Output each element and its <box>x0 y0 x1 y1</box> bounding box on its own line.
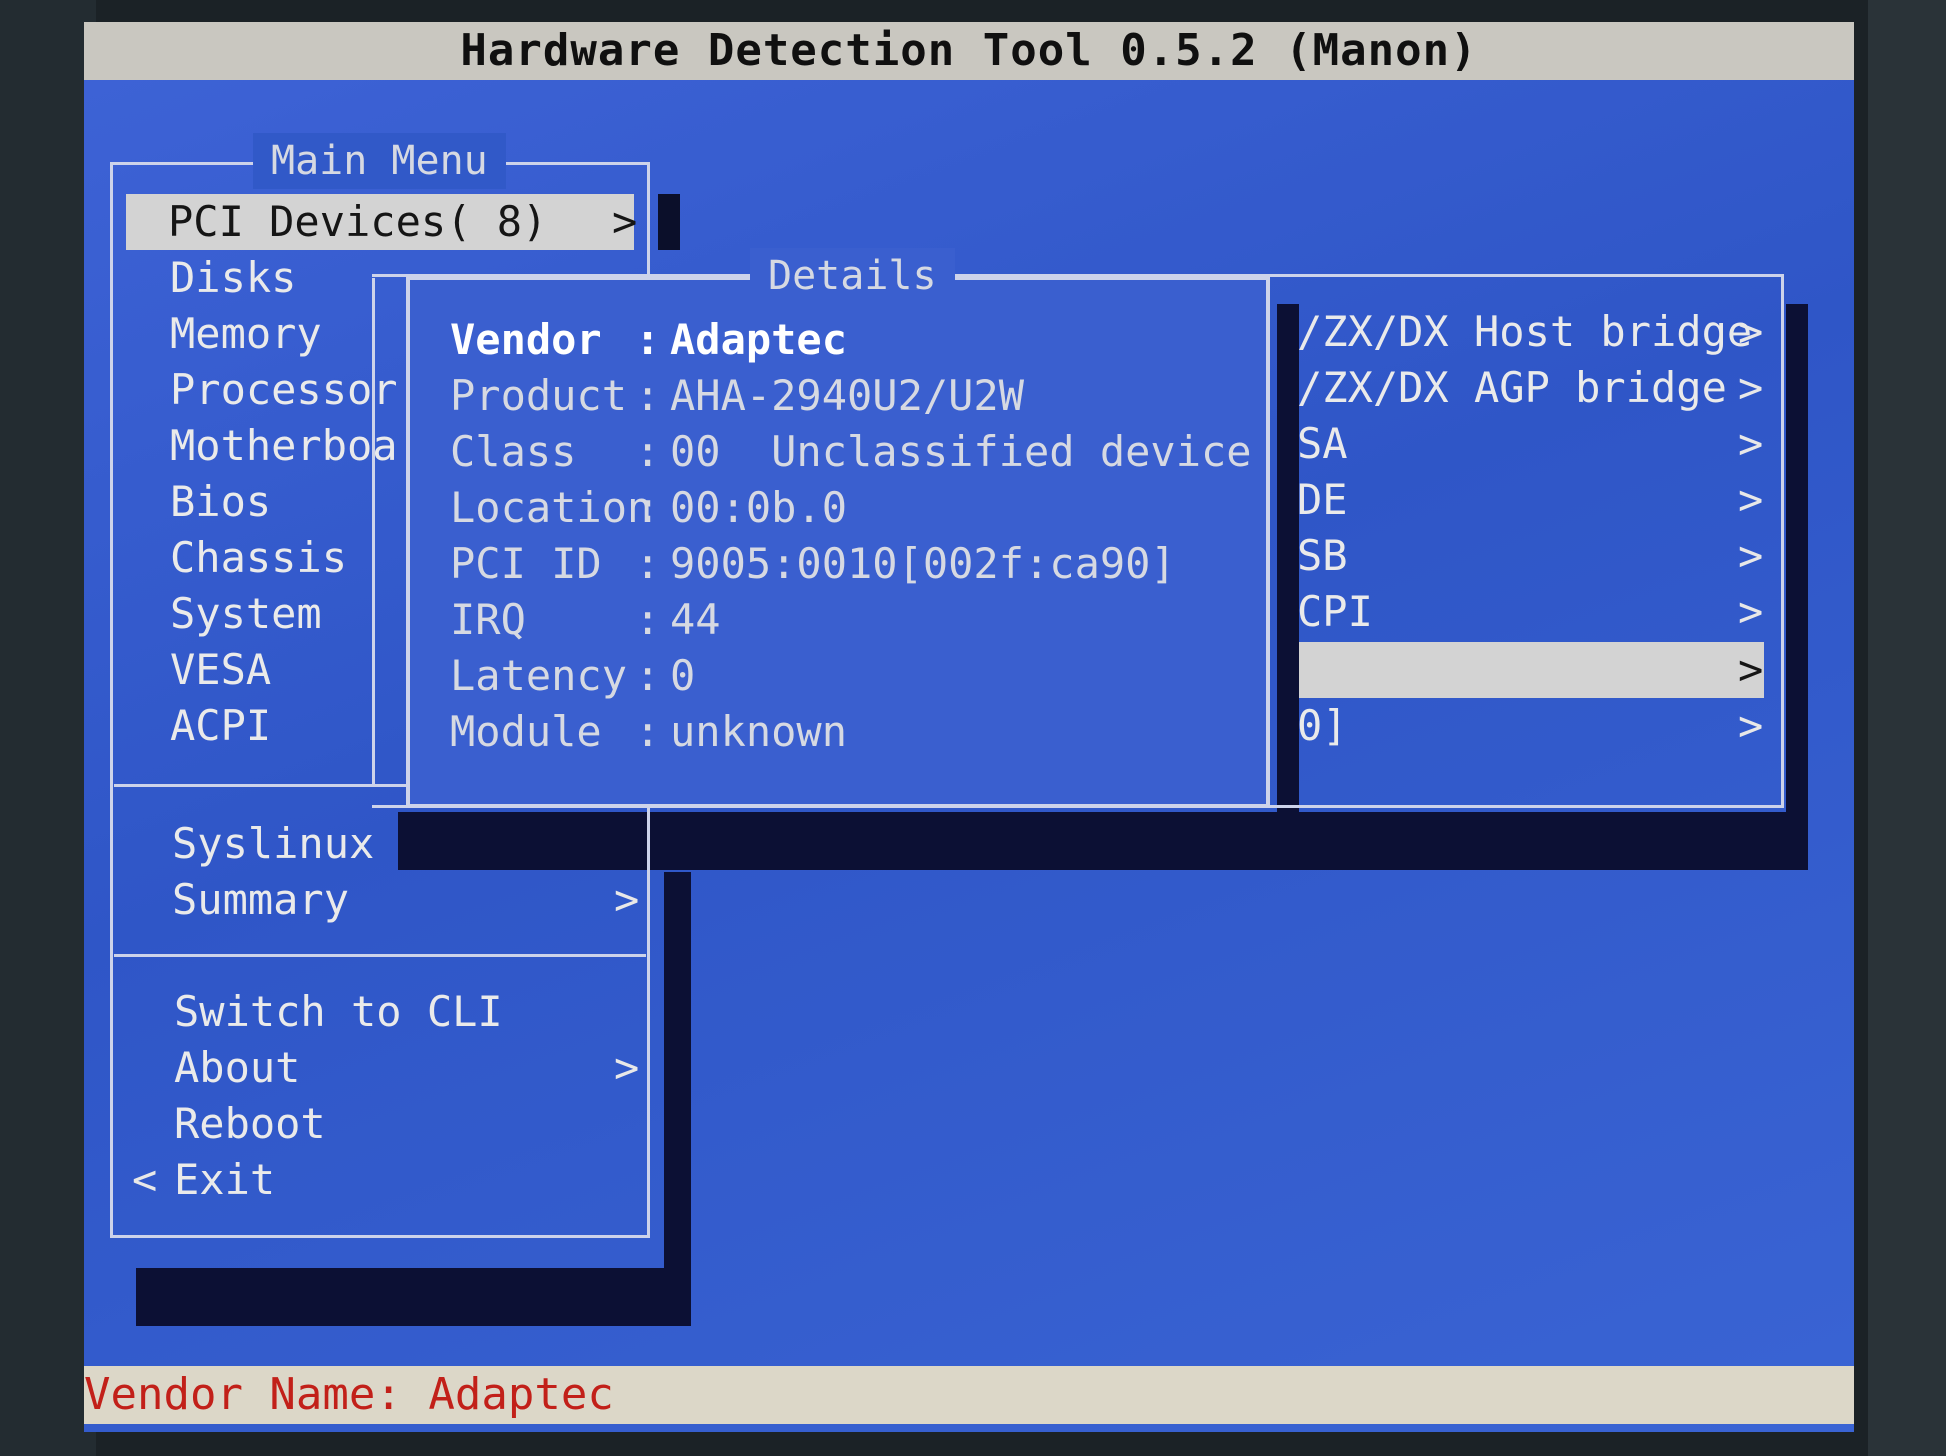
detail-key: Module <box>450 707 602 756</box>
menu-item-acpi[interactable]: ACPI <box>170 698 271 754</box>
chevron-right-icon: > <box>1738 645 1764 694</box>
detail-colon: : <box>635 539 661 588</box>
detail-key: Vendor <box>450 315 602 364</box>
menu-item-motherboard[interactable]: Motherboa <box>170 418 398 474</box>
chevron-right-icon: > <box>612 197 638 246</box>
detail-key: IRQ <box>450 595 526 644</box>
detail-key: Location <box>450 483 653 532</box>
detail-value: 9005:0010[002f:ca90] <box>670 539 1176 588</box>
detail-value: unknown <box>670 707 848 756</box>
pci-list-item[interactable]: DE <box>1297 472 1348 528</box>
chevron-right-icon: > <box>614 875 640 924</box>
menu-item-pci-devices-label: PCI Devices( 8) <box>168 197 548 246</box>
detail-colon: : <box>635 371 661 420</box>
menu-item-about[interactable]: About <box>174 1040 300 1096</box>
main-menu-separator-2 <box>114 954 646 957</box>
menu-item-reboot[interactable]: Reboot <box>174 1096 326 1152</box>
chevron-right-icon: > <box>1738 587 1764 636</box>
screen: Hardware Detection Tool 0.5.2 (Manon) Ma… <box>84 22 1854 1432</box>
app-title: Hardware Detection Tool 0.5.2 (Manon) <box>84 22 1854 80</box>
pci-list-item[interactable]: SA <box>1297 416 1348 472</box>
text-cursor <box>658 194 680 250</box>
menu-item-chassis[interactable]: Chassis <box>170 530 347 586</box>
pci-list-item[interactable]: CPI <box>1297 584 1373 640</box>
details-title: Details <box>750 248 955 304</box>
detail-colon: : <box>635 483 661 532</box>
detail-value: 0 <box>670 651 696 700</box>
main-menu-title: Main Menu <box>253 133 506 189</box>
pci-list-shadow-right <box>1786 304 1808 870</box>
detail-value: 44 <box>670 595 721 644</box>
detail-key: Latency <box>450 651 628 700</box>
detail-key: Class <box>450 427 577 476</box>
status-bar: Vendor Name: Adaptec <box>84 1366 1854 1424</box>
pci-list-item-selected[interactable] <box>1299 642 1764 698</box>
chevron-right-icon: > <box>1738 531 1764 580</box>
detail-row-location: Location : 00:0b.0 <box>410 480 1230 536</box>
detail-colon: : <box>635 595 661 644</box>
menu-item-memory[interactable]: Memory <box>170 306 322 362</box>
monitor-bezel-left <box>0 0 96 1456</box>
pci-list-item[interactable]: /ZX/DX Host bridge <box>1297 304 1752 360</box>
chevron-right-icon: > <box>1738 475 1764 524</box>
detail-value: 00:0b.0 <box>670 483 848 532</box>
detail-value: Adaptec <box>670 315 848 364</box>
menu-item-summary[interactable]: Summary <box>172 872 349 928</box>
detail-colon: : <box>635 427 661 476</box>
chevron-right-icon: > <box>1738 701 1764 750</box>
monitor-bezel-right <box>1868 0 1946 1456</box>
detail-colon: : <box>635 707 661 756</box>
detail-row-irq: IRQ : 44 <box>410 592 1230 648</box>
main-menu-shadow-right <box>664 872 691 1326</box>
detail-colon: : <box>635 315 661 364</box>
detail-row-class: Class : 00 Unclassified device <box>410 424 1252 480</box>
details-panel: Details Vendor : Adaptec Product : AHA-2… <box>406 248 1270 808</box>
chevron-right-icon: > <box>614 1043 640 1092</box>
detail-row-vendor: Vendor : Adaptec <box>410 312 1230 368</box>
detail-value: AHA-2940U2/U2W <box>670 371 1025 420</box>
chevron-left-icon: < <box>132 1155 158 1204</box>
pci-list-item[interactable]: SB <box>1297 528 1348 584</box>
pci-list-left-edge <box>372 278 375 786</box>
menu-item-system[interactable]: System <box>170 586 322 642</box>
menu-item-exit[interactable]: Exit <box>174 1152 275 1208</box>
pci-list-item[interactable]: /ZX/DX AGP bridge <box>1297 360 1727 416</box>
menu-item-processor[interactable]: Processor <box>170 362 398 418</box>
pci-list-item[interactable]: 0] <box>1297 698 1348 754</box>
chevron-right-icon: > <box>1738 363 1764 412</box>
menu-item-syslinux[interactable]: Syslinux <box>172 816 374 872</box>
detail-row-product: Product : AHA-2940U2/U2W <box>410 368 1230 424</box>
menu-item-bios[interactable]: Bios <box>170 474 271 530</box>
detail-key: PCI ID <box>450 539 602 588</box>
main-menu-shadow-bottom <box>136 1268 691 1326</box>
detail-row-module: Module : unknown <box>410 704 1230 760</box>
detail-value: 00 Unclassified device <box>670 427 1252 476</box>
menu-item-disks[interactable]: Disks <box>170 250 296 306</box>
chevron-right-icon: > <box>1738 419 1764 468</box>
detail-colon: : <box>635 651 661 700</box>
chevron-right-icon: > <box>1738 307 1764 356</box>
detail-row-latency: Latency : 0 <box>410 648 1230 704</box>
menu-item-switch-to-cli[interactable]: Switch to CLI <box>174 984 503 1040</box>
detail-row-pci-id: PCI ID : 9005:0010[002f:ca90] <box>410 536 1230 592</box>
menu-item-vesa[interactable]: VESA <box>170 642 271 698</box>
detail-key: Product <box>450 371 628 420</box>
